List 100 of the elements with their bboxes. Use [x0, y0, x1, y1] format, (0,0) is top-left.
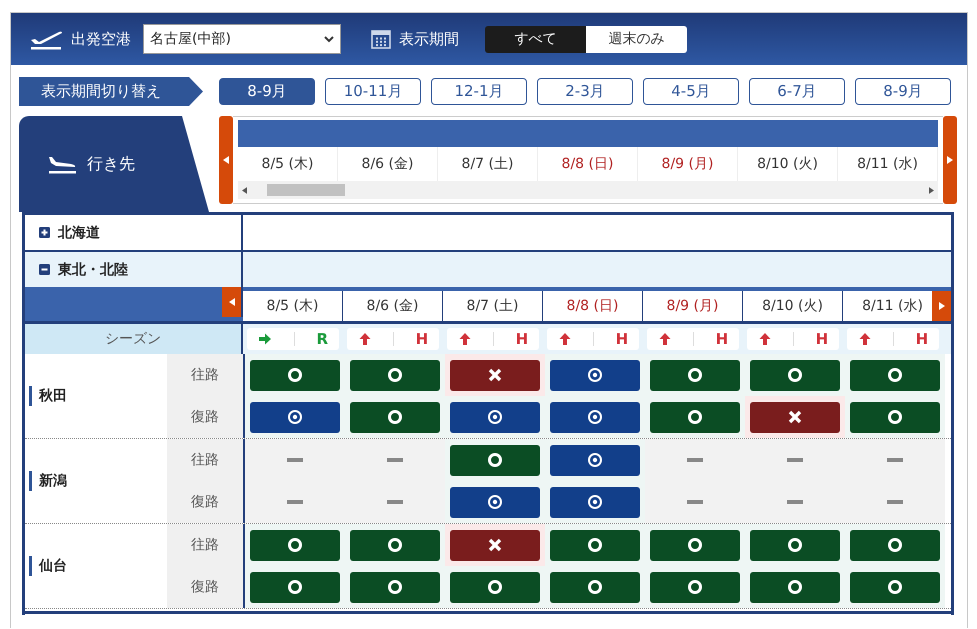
- double-circle-icon: [587, 494, 603, 510]
- route-label: 往路: [167, 354, 245, 396]
- availability-button[interactable]: [450, 572, 540, 602]
- availability-button[interactable]: [250, 360, 340, 390]
- month-tab[interactable]: 10-11月: [325, 78, 421, 105]
- availability-button[interactable]: [850, 530, 940, 560]
- availability-button[interactable]: [850, 402, 940, 432]
- availability-button[interactable]: [650, 402, 740, 432]
- period-option[interactable]: 週末のみ: [586, 26, 687, 52]
- route-label: 復路: [167, 481, 245, 523]
- availability-button[interactable]: [450, 530, 540, 560]
- circle-icon: [687, 367, 703, 383]
- availability-button[interactable]: [750, 530, 840, 560]
- date-label: 8/6 (金): [343, 291, 443, 321]
- availability-button[interactable]: [750, 402, 840, 432]
- region-toggle[interactable]: 北海道: [25, 215, 243, 250]
- route-label: 往路: [167, 439, 245, 481]
- scroll-left-icon: [242, 186, 247, 194]
- season-code: H: [716, 330, 728, 348]
- availability-button[interactable]: [650, 530, 740, 560]
- circle-icon: [387, 409, 403, 425]
- scroll-left-button[interactable]: [222, 287, 241, 317]
- month-tab[interactable]: 12-1月: [431, 78, 527, 105]
- availability-button[interactable]: [450, 360, 540, 390]
- availability-button[interactable]: [550, 402, 640, 432]
- availability-button[interactable]: [550, 360, 640, 390]
- circle-icon: [487, 452, 503, 468]
- circle-icon: [787, 579, 803, 595]
- date-label: 8/7 (土): [443, 291, 543, 321]
- up-arrow-icon: [558, 332, 572, 346]
- scroll-left-button[interactable]: [219, 116, 233, 204]
- availability-button[interactable]: [550, 572, 640, 602]
- city-name: 仙台: [29, 556, 67, 576]
- availability-button[interactable]: [550, 486, 640, 518]
- availability-button[interactable]: [250, 402, 340, 432]
- availability-button[interactable]: [350, 530, 440, 560]
- availability-button[interactable]: [550, 444, 640, 476]
- availability-button[interactable]: [350, 572, 440, 602]
- availability-button[interactable]: [850, 572, 940, 602]
- month-tab[interactable]: 4-5月: [643, 78, 739, 105]
- circle-icon: [587, 579, 603, 595]
- circle-icon: [387, 537, 403, 553]
- plane-landing-icon: [47, 154, 77, 174]
- scroll-right-icon: [929, 186, 934, 194]
- cross-icon: [487, 537, 503, 553]
- chevron-down-icon: [324, 36, 334, 42]
- double-circle-icon: [587, 367, 603, 383]
- circle-icon: [687, 537, 703, 553]
- availability-button[interactable]: [650, 360, 740, 390]
- circle-icon: [287, 537, 303, 553]
- circle-icon: [887, 409, 903, 425]
- availability-button[interactable]: [550, 530, 640, 560]
- month-tab[interactable]: 8-9月: [855, 78, 951, 105]
- circle-icon: [687, 409, 703, 425]
- route-label: 復路: [167, 566, 245, 608]
- season-code: H: [416, 330, 428, 348]
- availability-button[interactable]: [250, 530, 340, 560]
- availability-button[interactable]: [350, 360, 440, 390]
- city-name: 秋田: [29, 386, 67, 406]
- left-triangle-icon: [228, 298, 234, 306]
- circle-icon: [487, 579, 503, 595]
- route-label: 往路: [167, 524, 245, 566]
- availability-button[interactable]: [450, 444, 540, 476]
- double-circle-icon: [587, 409, 603, 425]
- availability-button[interactable]: [250, 572, 340, 602]
- circle-icon: [887, 579, 903, 595]
- date-label: 8/9 (月): [643, 291, 743, 321]
- month-tab[interactable]: 8-9月: [219, 78, 315, 105]
- season-label: シーズン: [25, 324, 243, 354]
- circle-icon: [887, 367, 903, 383]
- month-tab[interactable]: 6-7月: [749, 78, 845, 105]
- availability-button[interactable]: [750, 360, 840, 390]
- city-name: 新潟: [29, 471, 67, 491]
- period-option[interactable]: すべて: [485, 26, 586, 52]
- left-triangle-icon: [223, 156, 229, 164]
- circle-icon: [387, 579, 403, 595]
- scroll-right-button[interactable]: [932, 291, 951, 321]
- up-arrow-icon: [658, 332, 672, 346]
- season-code: H: [916, 330, 928, 348]
- circle-icon: [787, 537, 803, 553]
- up-arrow-icon: [758, 332, 772, 346]
- availability-button[interactable]: [350, 402, 440, 432]
- scroll-right-button[interactable]: [943, 116, 957, 204]
- availability-button[interactable]: [450, 402, 540, 432]
- date-label: 8/5 (木): [243, 291, 343, 321]
- up-arrow-icon: [458, 332, 472, 346]
- availability-button[interactable]: [850, 360, 940, 390]
- season-code: H: [616, 330, 628, 348]
- availability-button[interactable]: [450, 486, 540, 518]
- month-tab[interactable]: 2-3月: [537, 78, 633, 105]
- scrollbar[interactable]: [238, 181, 938, 199]
- availability-button[interactable]: [650, 572, 740, 602]
- up-arrow-icon: [358, 332, 372, 346]
- departure-select[interactable]: 名古屋(中部): [143, 24, 341, 54]
- double-circle-icon: [287, 409, 303, 425]
- period-switch-label: 表示期間切り替え: [19, 77, 203, 106]
- right-triangle-icon: [947, 156, 953, 164]
- circle-icon: [287, 367, 303, 383]
- availability-button[interactable]: [750, 572, 840, 602]
- circle-icon: [587, 537, 603, 553]
